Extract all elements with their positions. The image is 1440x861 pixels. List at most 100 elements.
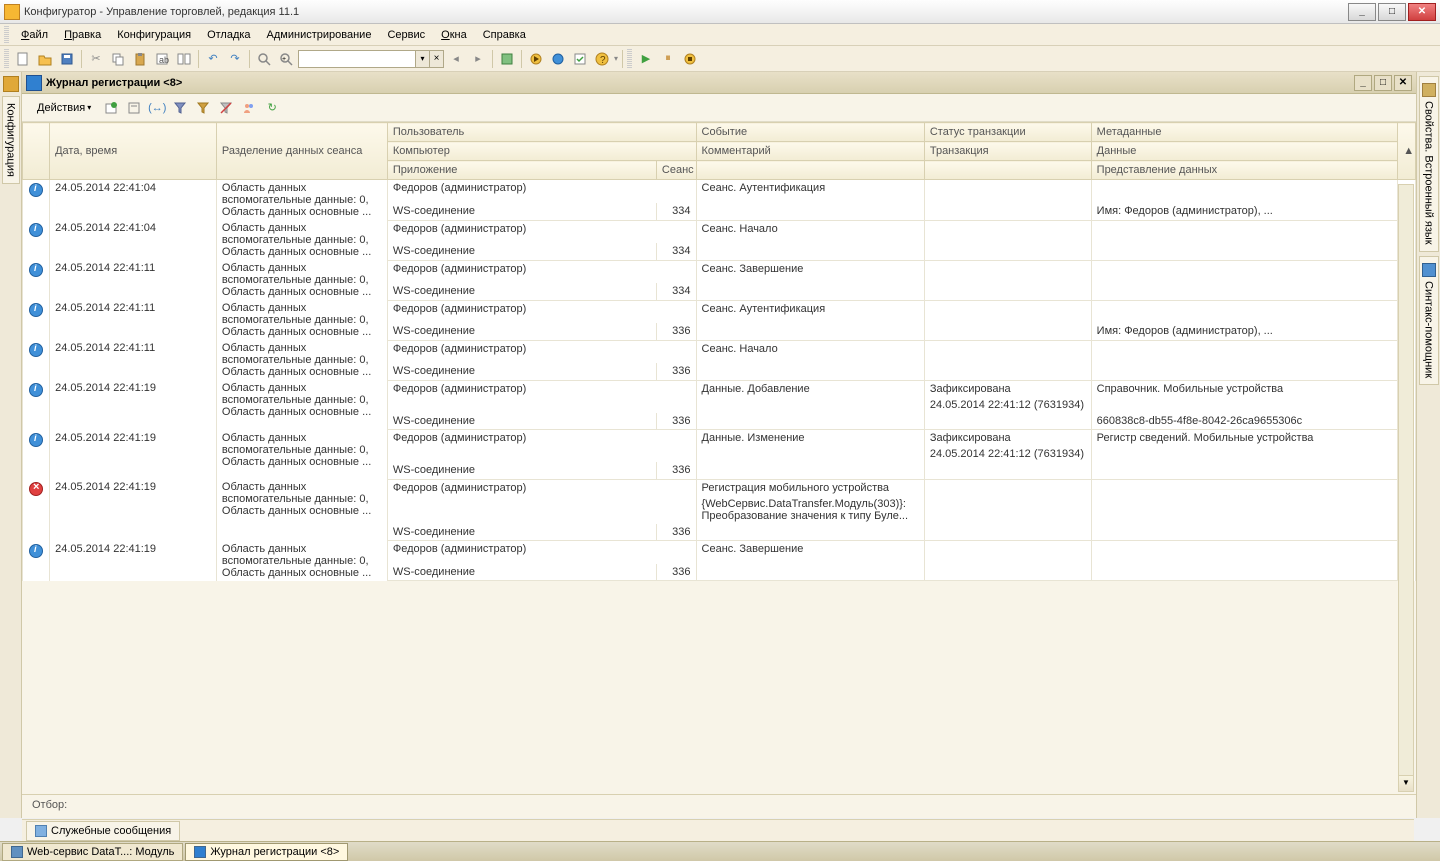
col-user-header[interactable]: Пользователь: [387, 123, 696, 142]
new-document-icon[interactable]: [13, 49, 33, 69]
table-row[interactable]: 24.05.2014 22:41:19Область данных вспомо…: [23, 430, 1416, 447]
syntax-helper-tab[interactable]: Синтакс-помощник: [1419, 256, 1439, 385]
col-data-header[interactable]: Данные: [1091, 142, 1398, 161]
open-icon[interactable]: [35, 49, 55, 69]
inner-titlebar: Журнал регистрации <8> _ □ ✕: [22, 72, 1416, 94]
inner-window: Журнал регистрации <8> _ □ ✕ Действия▾ (…: [22, 72, 1416, 818]
undo-icon[interactable]: ↶: [203, 49, 223, 69]
col-event-header[interactable]: Событие: [696, 123, 924, 142]
debug-stop-icon[interactable]: [680, 49, 700, 69]
close-button[interactable]: ✕: [1408, 3, 1436, 21]
find-icon[interactable]: ab: [152, 49, 172, 69]
config-tree-icon[interactable]: [497, 49, 517, 69]
table-row[interactable]: 24.05.2014 22:41:19Область данных вспомо…: [23, 380, 1416, 397]
menu-service[interactable]: Сервис: [379, 26, 433, 44]
col-transaction-header[interactable]: Транзакция: [924, 142, 1091, 161]
inner-minimize-button[interactable]: _: [1354, 75, 1372, 91]
properties-tab[interactable]: Свойства. Встроенный язык: [1419, 76, 1439, 252]
search-next-icon[interactable]: ▸: [468, 49, 488, 69]
table-row[interactable]: 24.05.2014 22:41:04Область данных вспомо…: [23, 220, 1416, 239]
search-icon[interactable]: [254, 49, 274, 69]
actions-menu[interactable]: Действия▾: [30, 98, 98, 118]
cut-icon[interactable]: ✂: [86, 49, 106, 69]
col-metadata-header[interactable]: Метаданные: [1091, 123, 1398, 142]
inner-maximize-button[interactable]: □: [1374, 75, 1392, 91]
save-icon[interactable]: [57, 49, 77, 69]
scroll-down-button[interactable]: ▼: [1399, 775, 1413, 791]
compare-icon[interactable]: [174, 49, 194, 69]
minimize-button[interactable]: _: [1348, 3, 1376, 21]
taskbar-item-log[interactable]: Журнал регистрации <8>: [185, 843, 348, 861]
search-dropdown[interactable]: ▾: [416, 50, 430, 68]
debug-run-icon[interactable]: ▶: [636, 49, 656, 69]
svg-text:+: +: [282, 56, 286, 63]
config-rail-icon[interactable]: [3, 76, 19, 92]
menu-windows[interactable]: Окна: [433, 26, 475, 44]
refresh-interval-icon[interactable]: [101, 98, 121, 118]
scrollbar-vertical[interactable]: ▼: [1398, 184, 1414, 792]
menu-admin[interactable]: Администрирование: [259, 26, 380, 44]
col-datetime-header[interactable]: Дата, время: [50, 123, 217, 180]
debug-start-icon[interactable]: [526, 49, 546, 69]
menu-config[interactable]: Конфигурация: [109, 26, 199, 44]
inner-close-button[interactable]: ✕: [1394, 75, 1412, 91]
col-repr-header[interactable]: Представление данных: [1091, 161, 1398, 180]
table-row[interactable]: 24.05.2014 22:41:04Область данных вспомо…: [23, 180, 1416, 199]
titlebar: Конфигуратор - Управление торговлей, ред…: [0, 0, 1440, 24]
toolbar-grip-1[interactable]: [4, 49, 9, 69]
table-row[interactable]: 24.05.2014 22:41:11Область данных вспомо…: [23, 260, 1416, 279]
col-scroll-header[interactable]: ▲: [1398, 123, 1416, 180]
config-rail-tab[interactable]: Конфигурация: [2, 96, 20, 184]
table-row[interactable]: 24.05.2014 22:41:19Область данных вспомо…: [23, 479, 1416, 496]
search-prev-icon[interactable]: ◂: [446, 49, 466, 69]
menu-help[interactable]: Справка: [475, 26, 534, 44]
search-clear[interactable]: ×: [430, 50, 444, 68]
col-icon-header[interactable]: [23, 123, 50, 180]
toolbar: ✂ ab ↶ ↷ + ▾ × ◂ ▸ ? ▾ ▶ ⏸: [0, 46, 1440, 72]
app-icon: [4, 4, 20, 20]
table-row[interactable]: 24.05.2014 22:41:19Область данных вспомо…: [23, 541, 1416, 560]
col-transstatus-header[interactable]: Статус транзакции: [924, 123, 1091, 142]
col-session-header[interactable]: Сеанс: [656, 161, 696, 180]
menu-edit[interactable]: Правка: [56, 26, 109, 44]
menubar-grip[interactable]: [4, 26, 9, 44]
maximize-button[interactable]: □: [1378, 3, 1406, 21]
info-icon: [29, 383, 43, 397]
debug-pause-icon[interactable]: ⏸: [658, 49, 678, 69]
search-input[interactable]: [298, 50, 416, 68]
reload-icon[interactable]: ↻: [262, 98, 282, 118]
menu-debug[interactable]: Отладка: [199, 26, 258, 44]
col-blank-header[interactable]: [696, 161, 924, 180]
right-rail: Свойства. Встроенный язык Синтакс-помощн…: [1416, 72, 1440, 818]
filter-bar: Отбор:: [22, 794, 1416, 818]
toolbar-grip-2[interactable]: [627, 49, 632, 69]
menubar: Файл Правка Конфигурация Отладка Админис…: [0, 24, 1440, 46]
col-blank-header2[interactable]: [924, 161, 1091, 180]
info-icon: [29, 544, 43, 558]
module-icon: [11, 846, 23, 858]
table-row[interactable]: 24.05.2014 22:41:11Область данных вспомо…: [23, 340, 1416, 359]
syntax-check-icon[interactable]: [570, 49, 590, 69]
paste-icon[interactable]: [130, 49, 150, 69]
col-separation-header[interactable]: Разделение данных сеанса: [216, 123, 387, 180]
zoom-icon[interactable]: +: [276, 49, 296, 69]
help-icon[interactable]: ?: [592, 49, 612, 69]
table-row[interactable]: 24.05.2014 22:41:11Область данных вспомо…: [23, 300, 1416, 319]
redo-icon[interactable]: ↷: [225, 49, 245, 69]
open-log-icon[interactable]: [124, 98, 144, 118]
col-comment-header[interactable]: Комментарий: [696, 142, 924, 161]
filter-current-icon[interactable]: [193, 98, 213, 118]
service-messages-tab[interactable]: Служебные сообщения: [26, 821, 180, 841]
filter-icon[interactable]: [170, 98, 190, 118]
users-icon[interactable]: [239, 98, 259, 118]
taskbar-item-webservice[interactable]: Web-сервис DataT...: Модуль: [2, 843, 183, 861]
col-app-header[interactable]: Приложение: [387, 161, 656, 180]
menu-file[interactable]: Файл: [13, 26, 56, 44]
info-icon: [29, 433, 43, 447]
copy-icon[interactable]: [108, 49, 128, 69]
filter-off-icon[interactable]: [216, 98, 236, 118]
col-computer-header[interactable]: Компьютер: [387, 142, 696, 161]
interval-icon[interactable]: (↔): [147, 98, 167, 118]
debug-step-icon[interactable]: [548, 49, 568, 69]
log-grid[interactable]: Дата, время Разделение данных сеанса Пол…: [22, 122, 1416, 581]
